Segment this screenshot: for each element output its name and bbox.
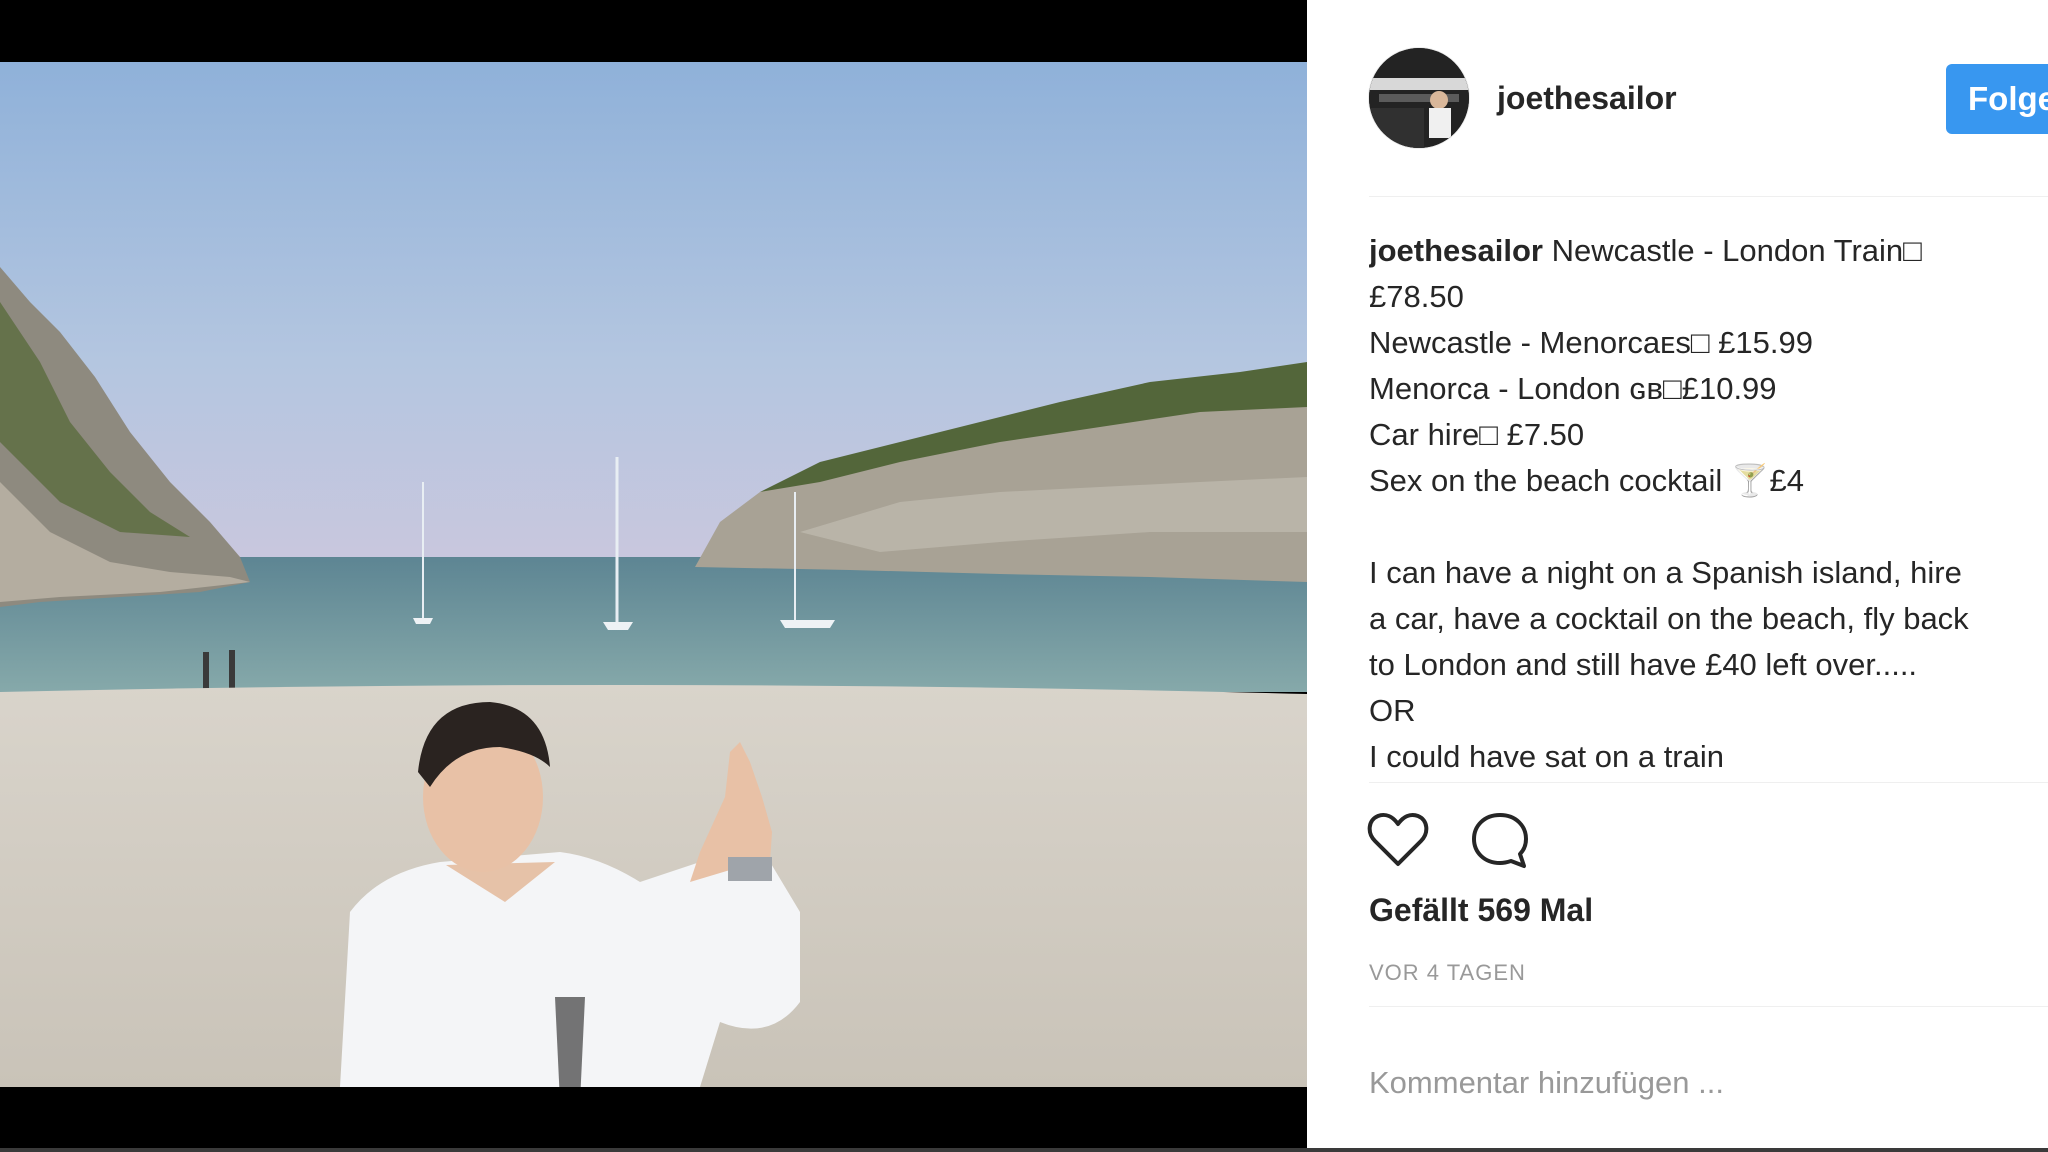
post-timestamp[interactable]: VOR 4 TAGEN — [1369, 960, 1526, 986]
caption-divider — [1369, 782, 2048, 783]
caption-line: Menorca - London ɢʙ□£10.99 — [1369, 371, 1777, 406]
follow-button[interactable]: Folge — [1946, 64, 2048, 134]
username[interactable]: joethesailor — [1497, 80, 1677, 117]
caption-line: Sex on the beach cocktail 🍸£4 — [1369, 463, 1804, 498]
caption-line: I could have sat on a train — [1369, 739, 1725, 774]
caption-line: Newcastle - London Train□ — [1543, 233, 1922, 268]
photo-viewer — [0, 0, 1307, 1152]
caption-username[interactable]: joethesailor — [1369, 233, 1543, 268]
caption-line: £78.50 — [1369, 279, 1464, 314]
caption-line: Newcastle - Menorcaᴇѕ□ £15.99 — [1369, 325, 1813, 360]
avatar[interactable] — [1369, 48, 1469, 148]
likes-count[interactable]: Gefällt 569 Mal — [1369, 892, 1593, 929]
caption-line: Car hire□ £7.50 — [1369, 417, 1585, 452]
post-caption: joethesailor Newcastle - London Train□ £… — [1369, 228, 2048, 780]
caption-line: I can have a night on a Spanish island, … — [1369, 555, 1962, 590]
heart-icon[interactable] — [1367, 810, 1429, 870]
comment-bubble-icon[interactable] — [1469, 810, 1531, 870]
header-divider — [1369, 196, 2048, 197]
caption-line: a car, have a cocktail on the beach, fly… — [1369, 601, 1969, 636]
caption-line: OR — [1369, 693, 1416, 728]
caption-line: to London and still have £40 left over..… — [1369, 647, 1918, 682]
post-photo[interactable] — [0, 62, 1307, 1087]
actions-divider — [1369, 1006, 2048, 1007]
comment-input[interactable] — [1369, 1055, 2048, 1111]
bottom-strip — [0, 1148, 2048, 1152]
